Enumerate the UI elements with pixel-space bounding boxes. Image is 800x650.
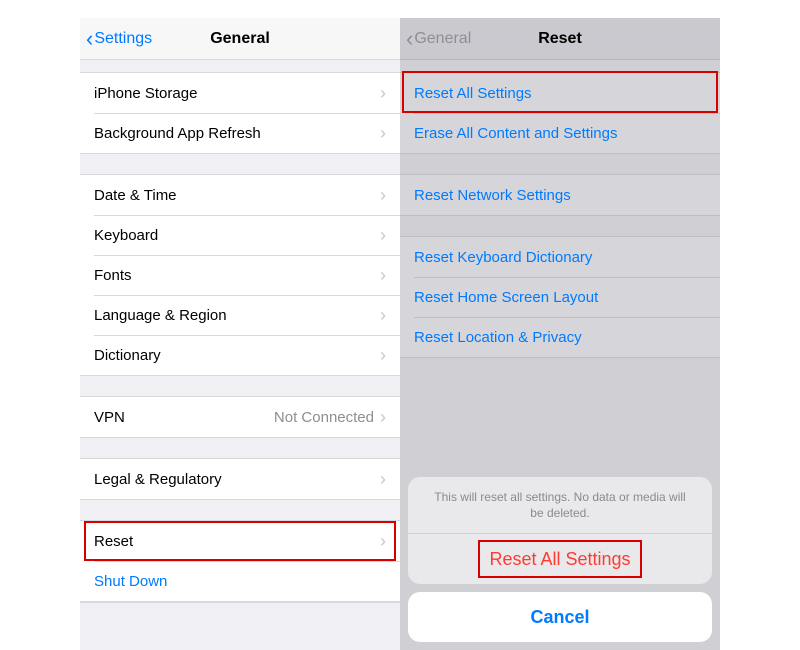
chevron-right-icon: › — [380, 225, 386, 246]
row-reset-home-screen[interactable]: Reset Home Screen Layout — [400, 277, 720, 317]
row-fonts[interactable]: Fonts › — [80, 255, 400, 295]
chevron-right-icon: › — [380, 469, 386, 490]
back-button[interactable]: ‹ Settings — [86, 28, 152, 50]
row-label: Language & Region — [94, 307, 380, 324]
row-label: Reset Keyboard Dictionary — [414, 249, 706, 266]
chevron-right-icon: › — [380, 265, 386, 286]
row-background-app-refresh[interactable]: Background App Refresh › — [80, 113, 400, 153]
group-reset-main: Reset All Settings Erase All Content and… — [400, 72, 720, 154]
row-reset[interactable]: Reset › — [80, 521, 400, 561]
back-label: General — [414, 30, 471, 48]
group-reset-other: Reset Keyboard Dictionary Reset Home Scr… — [400, 236, 720, 358]
action-sheet-card: This will reset all settings. No data or… — [408, 477, 712, 584]
chevron-right-icon: › — [380, 123, 386, 144]
row-label: Background App Refresh — [94, 125, 380, 142]
chevron-left-icon: ‹ — [406, 28, 413, 50]
cancel-button[interactable]: Cancel — [408, 592, 712, 642]
row-label: Reset Network Settings — [414, 187, 706, 204]
action-sheet-message: This will reset all settings. No data or… — [408, 477, 712, 534]
row-keyboard[interactable]: Keyboard › — [80, 215, 400, 255]
page-title: Reset — [538, 30, 582, 48]
row-label: Reset All Settings — [414, 85, 706, 102]
chevron-right-icon: › — [380, 531, 386, 552]
row-language-region[interactable]: Language & Region › — [80, 295, 400, 335]
row-label: Reset Location & Privacy — [414, 329, 706, 346]
chevron-right-icon: › — [380, 83, 386, 104]
row-legal-regulatory[interactable]: Legal & Regulatory › — [80, 459, 400, 499]
back-button[interactable]: ‹ General — [406, 28, 471, 50]
row-label: Reset Home Screen Layout — [414, 289, 706, 306]
row-dictionary[interactable]: Dictionary › — [80, 335, 400, 375]
group-reset: Reset › Shut Down — [80, 520, 400, 602]
row-reset-keyboard-dictionary[interactable]: Reset Keyboard Dictionary — [400, 237, 720, 277]
chevron-left-icon: ‹ — [86, 28, 93, 50]
row-label: iPhone Storage — [94, 85, 380, 102]
row-label: Dictionary — [94, 347, 380, 364]
row-vpn[interactable]: VPN Not Connected › — [80, 397, 400, 437]
chevron-right-icon: › — [380, 345, 386, 366]
button-label: Cancel — [530, 607, 589, 628]
button-label: Reset All Settings — [489, 549, 630, 570]
row-label: Reset — [94, 533, 380, 550]
row-label: Keyboard — [94, 227, 380, 244]
reset-settings-pane: ‹ General Reset Reset All Settings Erase… — [400, 18, 720, 650]
group-vpn: VPN Not Connected › — [80, 396, 400, 438]
row-label: Fonts — [94, 267, 380, 284]
confirm-reset-button[interactable]: Reset All Settings — [408, 534, 712, 584]
nav-header: ‹ Settings General — [80, 18, 400, 60]
row-label: VPN — [94, 409, 274, 426]
row-label: Shut Down — [94, 573, 386, 590]
row-iphone-storage[interactable]: iPhone Storage › — [80, 73, 400, 113]
row-label: Date & Time — [94, 187, 380, 204]
group-legal: Legal & Regulatory › — [80, 458, 400, 500]
general-settings-pane: ‹ Settings General iPhone Storage › Back… — [80, 18, 400, 650]
row-erase-all-content[interactable]: Erase All Content and Settings — [400, 113, 720, 153]
chevron-right-icon: › — [380, 185, 386, 206]
chevron-right-icon: › — [380, 305, 386, 326]
row-detail: Not Connected — [274, 409, 374, 426]
group-storage: iPhone Storage › Background App Refresh … — [80, 72, 400, 154]
row-date-time[interactable]: Date & Time › — [80, 175, 400, 215]
page-title: General — [210, 30, 270, 48]
group-input: Date & Time › Keyboard › Fonts › Languag… — [80, 174, 400, 376]
action-sheet: This will reset all settings. No data or… — [408, 477, 712, 642]
row-label: Erase All Content and Settings — [414, 125, 706, 142]
row-reset-all-settings[interactable]: Reset All Settings — [400, 73, 720, 113]
back-label: Settings — [94, 30, 152, 48]
row-shut-down[interactable]: Shut Down — [80, 561, 400, 601]
group-reset-network: Reset Network Settings — [400, 174, 720, 216]
row-label: Legal & Regulatory — [94, 471, 380, 488]
nav-header: ‹ General Reset — [400, 18, 720, 60]
row-reset-location-privacy[interactable]: Reset Location & Privacy — [400, 317, 720, 357]
chevron-right-icon: › — [380, 407, 386, 428]
row-reset-network[interactable]: Reset Network Settings — [400, 175, 720, 215]
